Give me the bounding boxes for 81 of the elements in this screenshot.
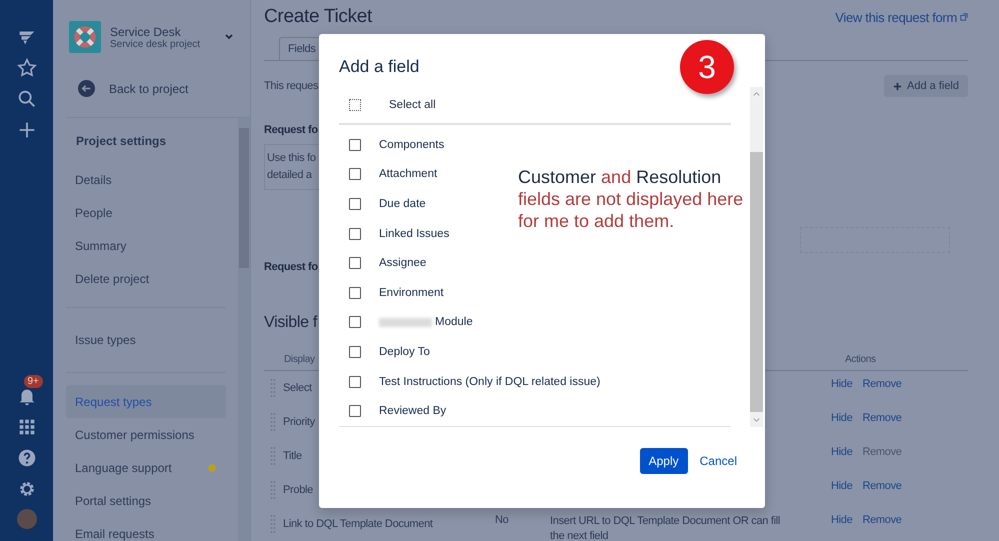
field-checkbox[interactable] <box>349 257 361 270</box>
sidebar-item[interactable]: People <box>66 196 226 229</box>
field-label[interactable]: Reviewed By <box>379 405 446 418</box>
form-label: Request fo <box>264 124 318 136</box>
intro-text: This reques <box>264 80 318 92</box>
sidebar-item[interactable]: Customer permissions <box>66 418 226 451</box>
field-checkbox[interactable] <box>349 405 361 418</box>
sidebar-item[interactable]: Email requests <box>66 517 226 541</box>
form-label: Request fo <box>264 261 318 273</box>
action-link[interactable]: Hide <box>831 412 852 424</box>
apply-button[interactable]: Apply <box>640 448 688 474</box>
cancel-link[interactable]: Cancel <box>700 454 737 468</box>
sidebar-item[interactable]: Portal settings <box>66 484 226 517</box>
notification-badge: 9+ <box>24 375 43 388</box>
action-link[interactable]: Hide <box>831 446 852 458</box>
sidebar-item[interactable]: Request types <box>66 385 226 418</box>
action-link[interactable]: Remove <box>862 514 902 526</box>
sidebar-item[interactable]: Details <box>66 163 226 196</box>
drag-handle-icon[interactable] <box>270 412 276 432</box>
field-label[interactable]: Module <box>435 316 473 328</box>
page-title: Create Ticket <box>264 6 372 28</box>
sidebar-item[interactable]: Issue types <box>66 320 226 360</box>
column-header: Display <box>284 354 315 365</box>
field-label[interactable]: Linked Issues <box>379 228 450 240</box>
select-all-checkbox[interactable] <box>349 98 361 111</box>
section-heading: Project settings <box>75 133 168 150</box>
table-cell: Select <box>283 382 312 394</box>
field-checkbox[interactable] <box>349 376 361 388</box>
field-checkbox[interactable] <box>349 228 361 240</box>
field-label[interactable]: Components <box>379 138 444 151</box>
field-checkbox[interactable] <box>349 138 361 151</box>
back-to-project-link[interactable]: Back to project <box>78 80 188 97</box>
table-cell-text: Insert URL to DQL Template Document OR can fill <box>550 514 782 529</box>
column-header: Actions <box>845 354 876 365</box>
table-cell: Link to DQL Template Document <box>283 518 433 530</box>
chevron-down-icon[interactable] <box>224 32 234 42</box>
annotation-text: Customer and Resolution fields are not displayed here for me to add them. <box>518 166 744 232</box>
field-checkbox[interactable] <box>349 168 361 180</box>
table-cell: Title <box>283 450 302 462</box>
action-link[interactable]: Hide <box>831 480 852 492</box>
field-label[interactable]: Due date <box>379 198 426 210</box>
drag-handle-icon[interactable] <box>270 514 276 534</box>
section-heading: Visible f <box>264 314 318 332</box>
action-link[interactable]: Remove <box>862 378 902 390</box>
table-cell: No <box>495 514 508 526</box>
field-label[interactable]: Environment <box>379 286 444 299</box>
plus-icon <box>893 82 902 90</box>
scrollbar[interactable] <box>238 118 250 541</box>
description-text: Use this fo <box>267 151 316 166</box>
drag-handle-icon[interactable] <box>270 446 276 466</box>
table-cell: Proble <box>283 484 313 496</box>
step-number-badge: 3 <box>680 40 734 94</box>
lifebuoy-icon <box>69 21 101 53</box>
action-link[interactable]: Remove <box>862 480 902 492</box>
field-label[interactable]: Attachment <box>379 168 438 180</box>
sidebar-item[interactable]: Summary <box>66 229 226 262</box>
sidebar-item[interactable]: Delete project <box>66 262 226 295</box>
project-type: Service desk project <box>110 38 202 50</box>
view-request-form-link[interactable]: View this request form <box>835 10 968 24</box>
select-all-label[interactable]: Select all <box>389 98 436 111</box>
table-cell-text: the next field <box>550 529 610 541</box>
table-cell: Priority <box>283 416 315 428</box>
drag-handle-icon[interactable] <box>270 378 276 398</box>
drag-handle-icon[interactable] <box>270 480 276 500</box>
action-link[interactable]: Remove <box>862 412 902 424</box>
field-checkbox[interactable] <box>349 316 361 328</box>
star-icon[interactable] <box>16 57 38 79</box>
action-link[interactable]: Hide <box>831 378 852 390</box>
field-label[interactable]: Assignee <box>379 257 426 270</box>
project-name: Service Desk <box>110 24 182 38</box>
field-label[interactable]: Deploy To <box>379 346 430 358</box>
field-label[interactable]: Test Instructions (Only if DQL related issue) <box>379 376 600 388</box>
description-text: detailed a <box>267 168 312 183</box>
sidebar-item[interactable]: Language support <box>66 451 226 484</box>
dialog-title: Add a field <box>339 57 420 77</box>
action-link[interactable]: Hide <box>831 514 852 526</box>
field-checkbox[interactable] <box>349 286 361 299</box>
external-link-icon <box>960 13 968 21</box>
field-checkbox[interactable] <box>349 346 361 358</box>
add-field-button[interactable]: Add a field <box>884 75 968 97</box>
field-checkbox[interactable] <box>349 198 361 210</box>
